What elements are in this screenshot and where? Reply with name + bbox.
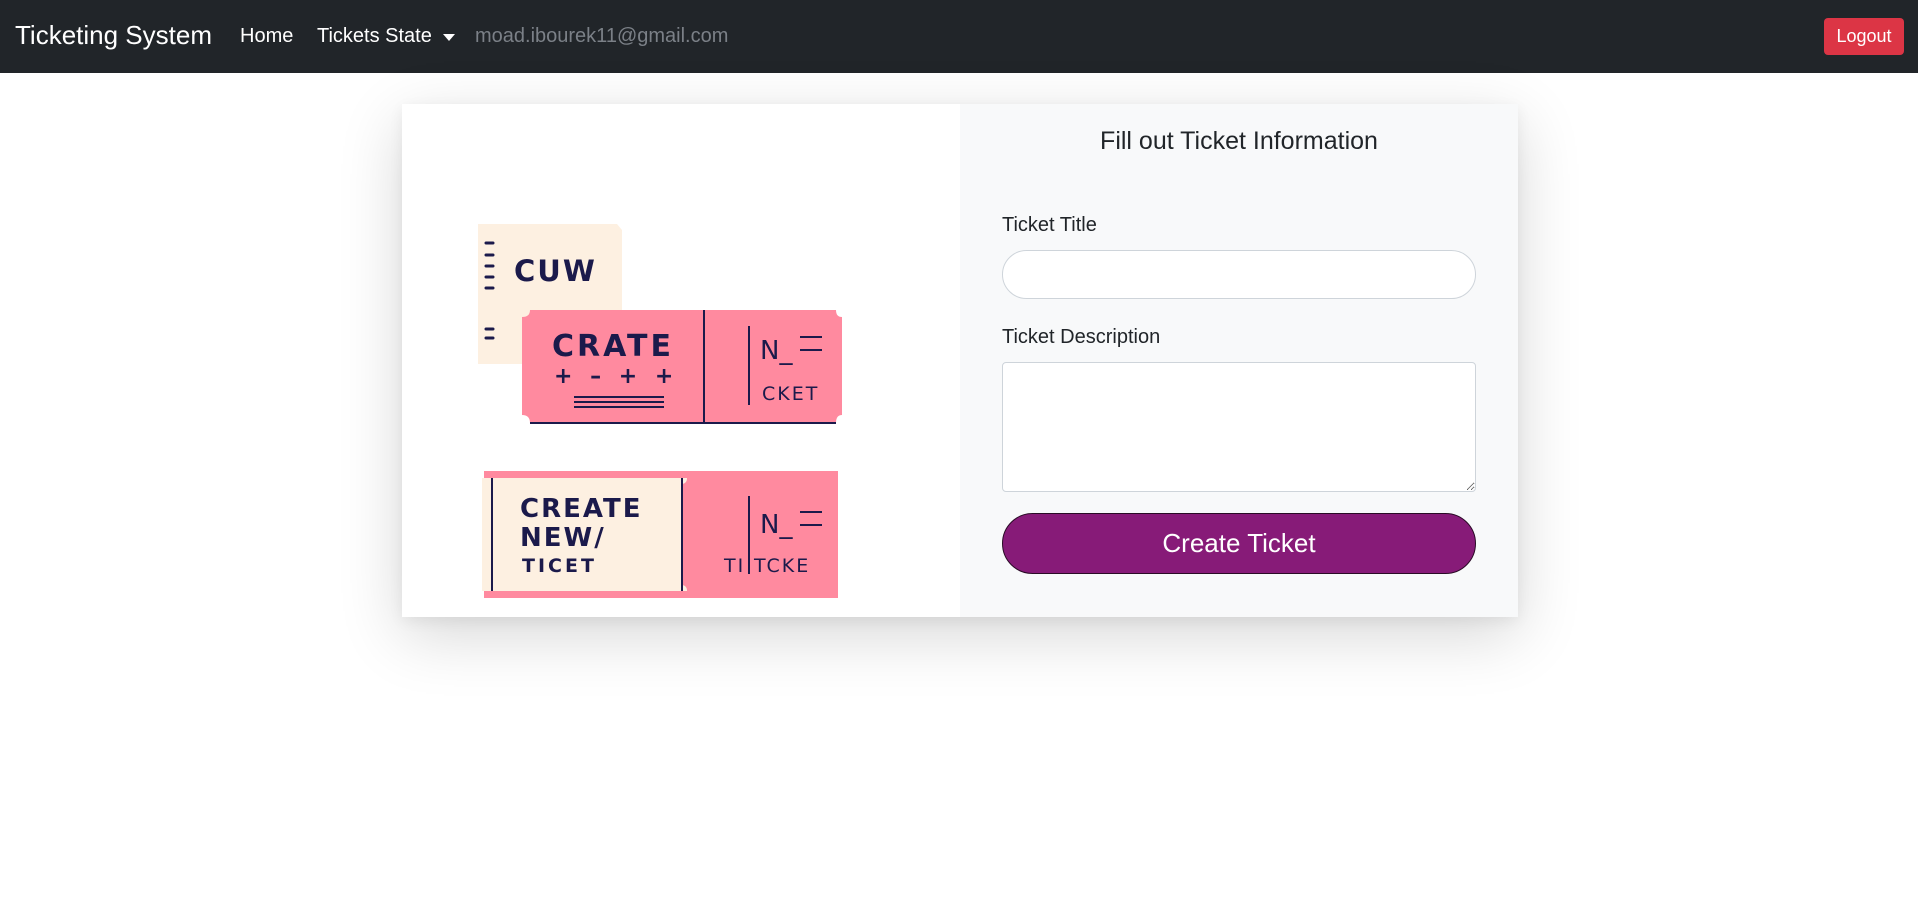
illustration-pane: CUW CRATE + – + + N_ CKET CREATE NEW/ TI… [402, 104, 960, 617]
ticket-front-line2: NEW/ [520, 523, 606, 553]
create-ticket-card: CUW CRATE + – + + N_ CKET CREATE NEW/ TI… [402, 104, 1518, 617]
navbar: Ticketing System Home Tickets State moad… [0, 0, 1918, 73]
nav-tickets-state-label: Tickets State [317, 25, 432, 47]
nav-home-link[interactable]: Home [240, 25, 293, 48]
ticket-back-text: CUW [514, 254, 597, 288]
user-email: moad.ibourek11@gmail.com [475, 25, 729, 47]
tickets-illustration: CUW CRATE + – + + N_ CKET CREATE NEW/ TI… [478, 224, 842, 598]
ticket-front-line3: TICET [522, 555, 597, 577]
ticket-middle-stub-top: N_ [760, 336, 793, 366]
create-ticket-button[interactable]: Create Ticket [1002, 513, 1476, 574]
ticket-front-stub-bottom-a: TI [723, 555, 745, 577]
brand-title[interactable]: Ticketing System [15, 20, 212, 51]
nav-tickets-state-dropdown[interactable]: Tickets State [317, 25, 455, 48]
ticket-middle: CRATE + – + + N_ CKET [522, 310, 842, 424]
ticket-middle-symbols: + – + + [554, 364, 678, 389]
ticket-description-label: Ticket Description [1002, 326, 1161, 348]
ticket-front-stub-bottom-b: TCKE [753, 555, 810, 577]
caret-down-icon [442, 34, 455, 41]
ticket-middle-stub-bottom: CKET [762, 383, 819, 405]
ticket-form: Fill out Ticket Information Ticket Title… [960, 104, 1518, 617]
ticket-front: CREATE NEW/ TICET N_ TI TCKE [482, 471, 838, 598]
logout-button[interactable]: Logout [1824, 18, 1904, 55]
ticket-middle-main-text: CRATE [552, 329, 674, 364]
ticket-front-stub-top: N_ [760, 510, 793, 540]
ticket-front-line1: CREATE [520, 494, 642, 524]
ticket-title-label: Ticket Title [1002, 214, 1097, 236]
ticket-title-input[interactable] [1002, 250, 1476, 299]
form-title: Fill out Ticket Information [1100, 127, 1378, 155]
ticket-description-input[interactable] [1002, 362, 1476, 492]
